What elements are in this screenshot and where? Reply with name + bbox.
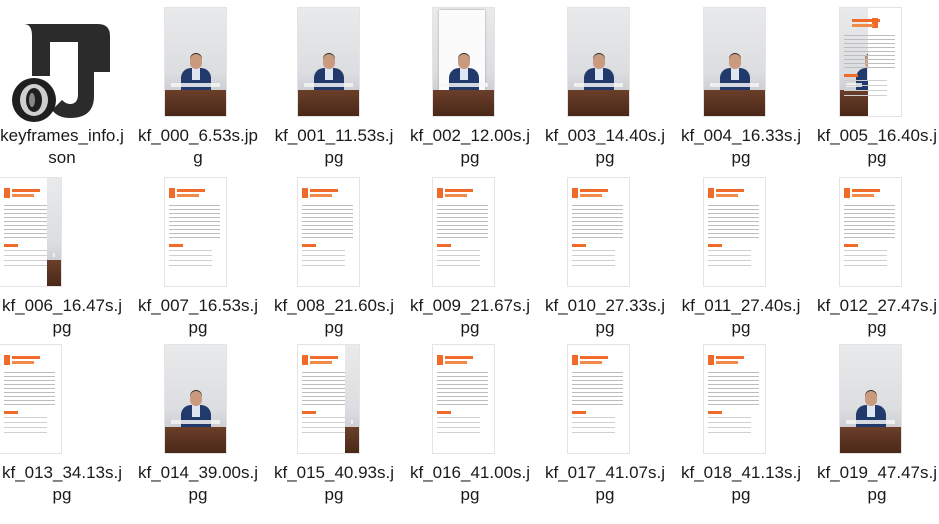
- thumbnail: [543, 178, 679, 292]
- thumbnail: [679, 345, 815, 459]
- image-preview: [704, 345, 765, 453]
- thumbnail: [815, 178, 939, 292]
- file-name-label: kf_003_14.40s.jpg: [544, 126, 666, 167]
- file-name-label: kf_000_6.53s.jpg: [137, 126, 259, 167]
- thumbnail: [408, 178, 544, 292]
- file-name-label: kf_010_27.33s.jpg: [544, 296, 666, 337]
- thumbnail: [543, 8, 679, 122]
- file-name-label: kf_013_34.13s.jpg: [1, 463, 123, 504]
- json-file-icon: [12, 24, 110, 122]
- file-grid: keyframes_info.json kf_000_6.53s.jpg kf_00…: [0, 0, 939, 524]
- file-name-label: kf_017_41.07s.jpg: [544, 463, 666, 504]
- thumbnail: [408, 345, 544, 459]
- file-name-label: kf_004_16.33s.jpg: [680, 126, 802, 167]
- image-preview: [568, 178, 629, 286]
- file-name-label: kf_007_16.53s.jpg: [137, 296, 259, 337]
- thumbnail: [0, 178, 136, 292]
- thumbnail: [815, 8, 939, 122]
- thumbnail: [136, 178, 272, 292]
- file-name-label: kf_016_41.00s.jpg: [409, 463, 531, 504]
- image-preview: [840, 8, 901, 116]
- image-preview: [298, 345, 359, 453]
- file-name-label: kf_014_39.00s.jpg: [137, 463, 259, 504]
- thumbnail: [679, 8, 815, 122]
- thumbnail: [272, 345, 408, 459]
- thumbnail: [408, 8, 544, 122]
- image-preview: [840, 178, 901, 286]
- file-name-label: kf_012_27.47s.jpg: [816, 296, 938, 337]
- thumbnail: [272, 8, 408, 122]
- file-name-label: kf_019_47.47s.jpg: [816, 463, 938, 504]
- image-preview: [704, 178, 765, 286]
- image-preview: [0, 178, 61, 286]
- thumbnail: [543, 345, 679, 459]
- thumbnail: [272, 178, 408, 292]
- image-preview: [165, 8, 226, 116]
- file-name-label: kf_005_16.40s.jpg: [816, 126, 938, 167]
- image-preview: [704, 8, 765, 116]
- image-preview: [433, 8, 494, 116]
- image-preview: [298, 8, 359, 116]
- file-name-label: kf_015_40.93s.jpg: [273, 463, 395, 504]
- image-preview: [298, 178, 359, 286]
- thumbnail: [0, 345, 136, 459]
- file-name-label: kf_002_12.00s.jpg: [409, 126, 531, 167]
- file-name-label: kf_018_41.13s.jpg: [680, 463, 802, 504]
- json-app-icon: [0, 8, 136, 122]
- image-preview: [568, 8, 629, 116]
- image-preview: [433, 345, 494, 453]
- file-name-label: kf_011_27.40s.jpg: [681, 296, 801, 337]
- file-name-label: kf_009_21.67s.jpg: [409, 296, 531, 337]
- file-name-label: keyframes_info.json: [0, 126, 124, 167]
- file-name-label: kf_001_11.53s.jpg: [274, 126, 394, 167]
- file-name-label: kf_006_16.47s.jpg: [1, 296, 123, 337]
- thumbnail: [815, 345, 939, 459]
- image-preview: [433, 178, 494, 286]
- thumbnail: [679, 178, 815, 292]
- image-preview: [568, 345, 629, 453]
- image-preview: [165, 178, 226, 286]
- thumbnail: [136, 8, 272, 122]
- image-preview: [840, 345, 901, 453]
- thumbnail: [136, 345, 272, 459]
- image-preview: [165, 345, 226, 453]
- file-name-label: kf_008_21.60s.jpg: [273, 296, 395, 337]
- image-preview: [0, 345, 61, 453]
